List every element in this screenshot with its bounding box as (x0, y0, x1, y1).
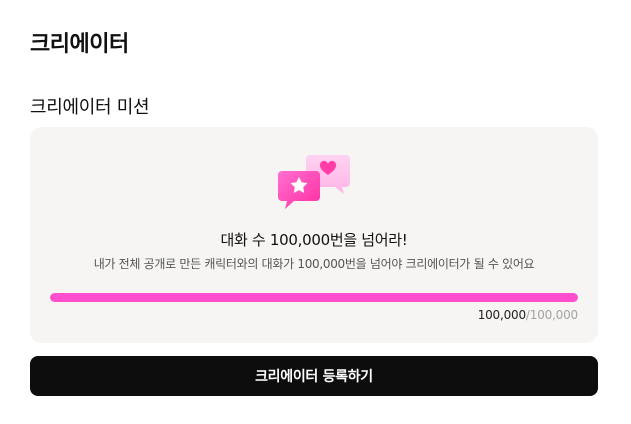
mission-description: 내가 전체 공개로 만든 캐릭터와의 대화가 100,000번을 넘어야 크리에… (93, 257, 535, 271)
mission-progress-count: 100,000/100,000 (477, 308, 579, 322)
mission-title: 대화 수 100,000번을 넘어라! (220, 231, 408, 249)
register-creator-button[interactable]: 크리에이터 등록하기 (30, 356, 598, 396)
progress-goal-value: 100,000 (529, 308, 578, 322)
mission-progress-bar (50, 293, 578, 302)
creator-page: 크리에이터 크리에이터 미션 대화 수 100,000번을 넘어라! 내가 전체… (0, 0, 631, 424)
mission-section-title: 크리에이터 미션 (30, 97, 150, 118)
mission-progress-fill (50, 293, 578, 302)
mission-card: 대화 수 100,000번을 넘어라! 내가 전체 공개로 만든 캐릭터와의 대… (30, 127, 598, 343)
progress-current-value: 100,000 (477, 308, 526, 322)
page-title: 크리에이터 (30, 32, 129, 57)
chat-bubbles-star-heart-icon (278, 155, 350, 209)
